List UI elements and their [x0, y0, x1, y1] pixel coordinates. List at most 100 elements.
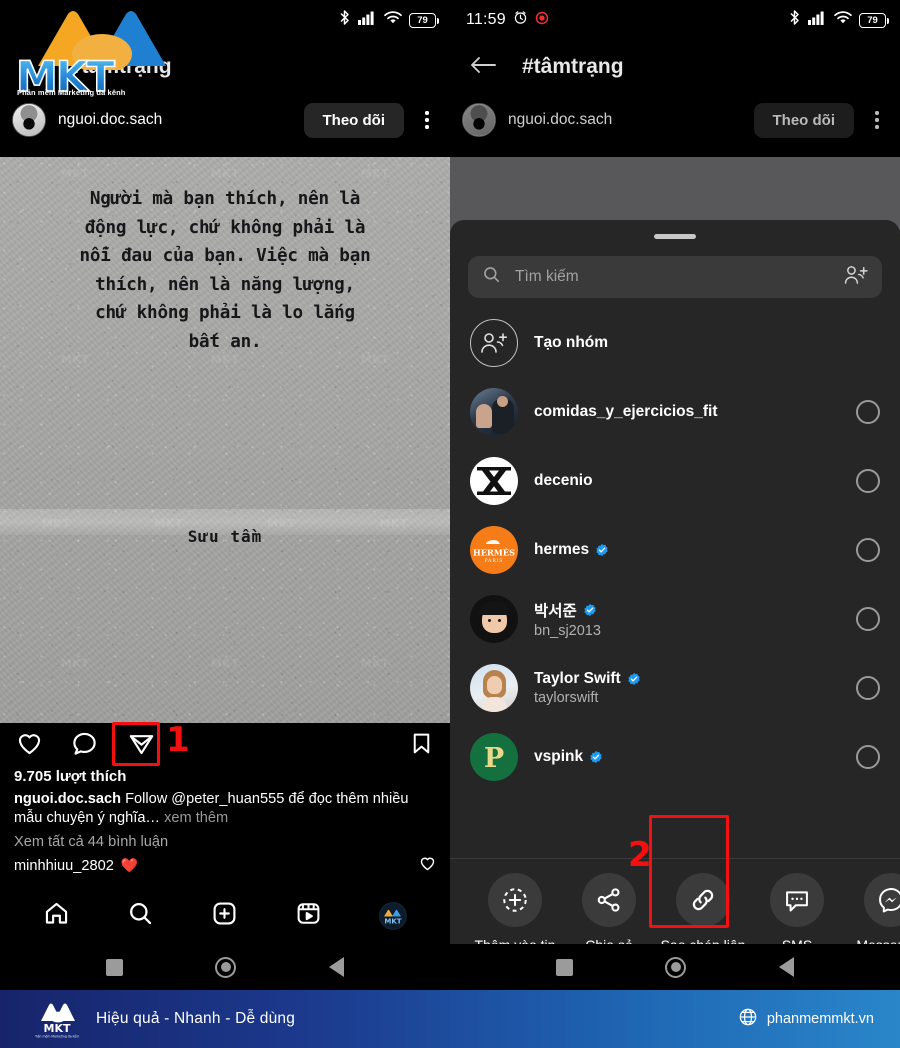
signal-icon: [358, 10, 377, 30]
right-phone-panel: 11:59 79 #tâmtrạng nguoi.doc.sach Theo d…: [450, 0, 900, 990]
back-triangle-icon[interactable]: [778, 957, 794, 977]
follow-button[interactable]: Theo dõi: [303, 102, 404, 138]
recents-square-icon[interactable]: [556, 958, 574, 976]
battery-indicator: 79: [409, 12, 439, 28]
share-nodes-icon: [582, 873, 636, 928]
quote-line: nỗi đau của bạn. Việc mà bạn: [79, 246, 371, 266]
post-username[interactable]: nguoi.doc.sach: [58, 111, 292, 129]
contact-name-row: 박서준: [534, 599, 840, 621]
avatar[interactable]: [462, 103, 496, 137]
caption-text: nguoi.doc.sach Follow @peter_huan555 để …: [14, 790, 436, 829]
list-item[interactable]: P vspink: [450, 722, 900, 791]
brand-slogan: Hiệu quả - Nhanh - Dễ dùng: [96, 1010, 296, 1027]
record-icon: [535, 11, 549, 30]
new-group-icon: [470, 318, 518, 367]
svg-text:HERMÈS: HERMÈS: [473, 547, 515, 557]
follow-button[interactable]: Theo dõi: [753, 102, 854, 138]
select-radio[interactable]: [856, 744, 880, 769]
list-item-new-group[interactable]: Tạo nhóm: [450, 308, 900, 377]
list-item[interactable]: 박서준 bn_sj2013: [450, 584, 900, 653]
profile-avatar-icon[interactable]: MKT: [379, 902, 408, 930]
search-bar[interactable]: Tìm kiếm: [468, 256, 882, 298]
caption-username[interactable]: nguoi.doc.sach: [14, 791, 121, 807]
share-generic[interactable]: Chia sẻ: [562, 873, 656, 955]
annotation-box-1: [112, 722, 160, 766]
add-people-icon[interactable]: [844, 265, 868, 290]
verified-badge-icon: [627, 672, 640, 685]
avatar: [470, 456, 518, 505]
hashtag-title-right: #tâmtrạng: [522, 55, 624, 78]
left-status-bar: 79: [0, 0, 450, 40]
list-item[interactable]: decenio: [450, 446, 900, 515]
like-count: 9.705 lượt thích: [14, 768, 127, 785]
quote-line: động lực, chứ không phải là: [84, 217, 366, 238]
search-input[interactable]: Tìm kiếm: [515, 268, 830, 286]
contact-name: 박서준: [534, 602, 577, 620]
comment-like-icon[interactable]: [419, 855, 436, 877]
list-item[interactable]: comidas_y_ejercicios_fit: [450, 377, 900, 446]
contact-name: comidas_y_ejercicios_fit: [534, 402, 718, 420]
select-radio[interactable]: [856, 399, 880, 424]
home-circle-icon[interactable]: [665, 956, 687, 978]
sheet-drag-handle[interactable]: [654, 234, 696, 239]
post-photo[interactable]: MKT MKT MKT Người mà bạn thích, nên làđộ…: [0, 157, 450, 723]
post-header-left: nguoi.doc.sach Theo dõi: [0, 94, 450, 146]
system-nav-left: [0, 944, 450, 990]
clock-time: 11:59: [466, 11, 506, 28]
kebab-menu-icon[interactable]: [866, 111, 888, 129]
select-radio[interactable]: [856, 675, 880, 700]
svg-text:PARIS: PARIS: [485, 559, 504, 564]
recents-square-icon[interactable]: [106, 958, 124, 976]
new-group-label: Tạo nhóm: [534, 333, 609, 351]
search-icon[interactable]: [127, 900, 154, 932]
share-sms[interactable]: SMS: [750, 873, 844, 955]
view-all-comments-link[interactable]: Xem tất cả 44 bình luận: [14, 834, 436, 850]
quote-line: Người mà bạn thích, nên là: [89, 189, 361, 209]
comment-icon[interactable]: [71, 730, 98, 762]
caption-more-link[interactable]: xem thêm: [160, 810, 228, 826]
home-icon[interactable]: [43, 900, 70, 932]
select-radio[interactable]: [856, 606, 880, 631]
brand-url-text[interactable]: phanmemmkt.vn: [767, 1011, 874, 1027]
avatar[interactable]: [12, 103, 46, 137]
comment-username[interactable]: minhhiuu_2802: [14, 858, 114, 874]
svg-text:Phần mềm Marketing đa kênh: Phần mềm Marketing đa kênh: [35, 1035, 79, 1039]
contact-handle: taylorswift: [534, 689, 599, 706]
back-triangle-icon[interactable]: [328, 957, 344, 977]
share-add-to-story[interactable]: Thêm vào tin: [468, 873, 562, 955]
left-hashtag-bar: #tâmtrạng: [0, 40, 450, 94]
messenger-icon: [864, 873, 900, 928]
back-arrow-icon[interactable]: [470, 55, 496, 80]
left-phone-panel: 79 #tâmtrạng MKT Phần mềm Marketing đa k…: [0, 0, 450, 990]
add-to-story-icon: [488, 873, 542, 928]
svg-text:MKT: MKT: [385, 918, 402, 926]
select-radio[interactable]: [856, 468, 880, 493]
quote-line: thích, nên là năng lượng,: [95, 274, 355, 295]
home-circle-icon[interactable]: [215, 956, 237, 978]
select-radio[interactable]: [856, 537, 880, 562]
verified-badge-icon: [596, 543, 608, 556]
list-item[interactable]: HERMÈS PARIS hermes: [450, 515, 900, 584]
quote-line: chứ không phải là lo lắng: [95, 303, 355, 323]
brand-website[interactable]: phanmemmkt.vn: [738, 1007, 874, 1032]
svg-text:MKT: MKT: [44, 1022, 71, 1035]
avatar: HERMÈS PARIS: [470, 525, 518, 574]
bookmark-icon[interactable]: [409, 731, 434, 761]
photo-credit: Sưu tầm: [187, 527, 263, 546]
wifi-icon: [384, 10, 402, 30]
comment-heart-emoji: ❤️: [120, 857, 139, 874]
reels-icon[interactable]: [295, 900, 322, 932]
kebab-menu-icon[interactable]: [416, 111, 438, 129]
avatar: [470, 594, 518, 643]
plus-square-icon[interactable]: [211, 900, 238, 932]
screenshot-root: 79 #tâmtrạng MKT Phần mềm Marketing đa k…: [0, 0, 900, 990]
right-status-bar: 11:59 79: [450, 0, 900, 40]
list-item[interactable]: Taylor Swift taylorswift: [450, 653, 900, 722]
share-messenger[interactable]: Messenger: [844, 873, 900, 955]
heart-icon[interactable]: [16, 730, 43, 762]
bottom-tab-bar: MKT: [0, 888, 450, 944]
contact-list: Tạo nhóm comidas_y_ejercicios_fit deceni…: [450, 298, 900, 858]
mkt-brand-bar: MKT Phần mềm Marketing đa kênh Hiệu quả …: [0, 990, 900, 1048]
post-username[interactable]: nguoi.doc.sach: [508, 111, 742, 129]
post-action-bar: [0, 723, 450, 769]
